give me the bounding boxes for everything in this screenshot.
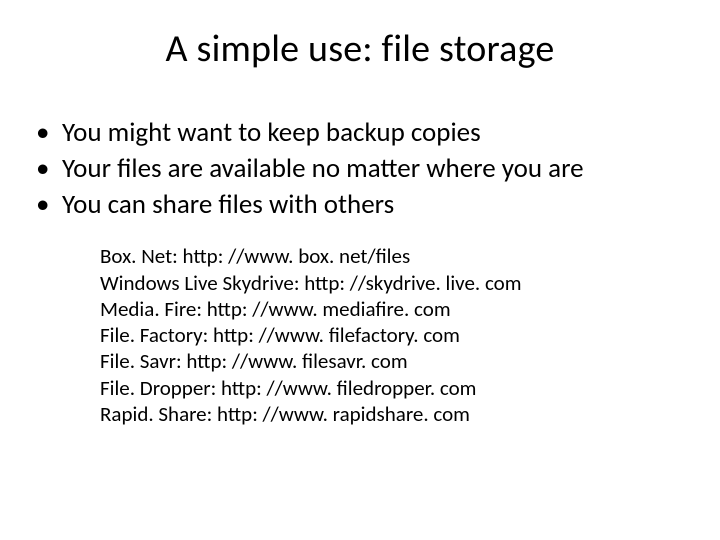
link-line: File. Savr: http: //www. filesavr. com bbox=[100, 348, 692, 374]
link-list: Box. Net: http: //www. box. net/files Wi… bbox=[28, 243, 692, 427]
bullet-list: You might want to keep backup copies You… bbox=[28, 116, 692, 221]
link-line: Media. Fire: http: //www. mediafire. com bbox=[100, 296, 692, 322]
link-line: Windows Live Skydrive: http: //skydrive.… bbox=[100, 270, 692, 296]
bullet-item: You can share files with others bbox=[28, 188, 692, 222]
bullet-item: You might want to keep backup copies bbox=[28, 116, 692, 150]
slide-title: A simple use: file storage bbox=[0, 0, 720, 82]
slide-body: You might want to keep backup copies You… bbox=[0, 82, 720, 427]
link-line: File. Factory: http: //www. filefactory.… bbox=[100, 322, 692, 348]
link-line: File. Dropper: http: //www. filedropper.… bbox=[100, 375, 692, 401]
link-line: Box. Net: http: //www. box. net/files bbox=[100, 243, 692, 269]
link-line: Rapid. Share: http: //www. rapidshare. c… bbox=[100, 401, 692, 427]
slide: A simple use: file storage You might wan… bbox=[0, 0, 720, 540]
bullet-item: Your files are available no matter where… bbox=[28, 152, 692, 186]
